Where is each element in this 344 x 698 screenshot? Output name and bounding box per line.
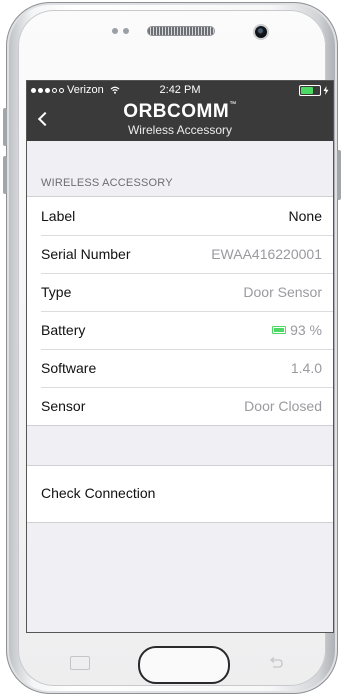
- earpiece-speaker: [148, 27, 214, 35]
- row-battery-value: 93 %: [290, 322, 322, 338]
- row-type: Type Door Sensor: [27, 273, 333, 311]
- accessory-details-list: Label None Serial Number EWAA416220001 T…: [27, 196, 333, 426]
- volume-button: [3, 108, 7, 146]
- row-label-title: Label: [41, 208, 76, 224]
- row-battery-value-wrap: 93 %: [272, 322, 322, 338]
- row-software-value: 1.4.0: [290, 360, 322, 376]
- navigation-bar: ORBCOMM™ Wireless Accessory: [27, 99, 333, 141]
- volume-button: [3, 156, 7, 194]
- row-software-title: Software: [41, 360, 97, 376]
- row-software: Software 1.4.0: [27, 349, 333, 387]
- row-battery: Battery 93 %: [27, 311, 333, 349]
- power-button: [337, 150, 341, 200]
- status-right: [299, 85, 329, 96]
- orbcomm-logo: ORBCOMM™: [123, 101, 237, 122]
- check-connection-label: Check Connection: [41, 485, 156, 501]
- row-sensor-value: Door Closed: [244, 398, 322, 414]
- phone-screen: Verizon 2:42 PM ORBCOMM™ Wireless Access…: [27, 81, 333, 632]
- row-serial-number: Serial Number EWAA416220001: [27, 235, 333, 273]
- row-label-value: None: [288, 208, 322, 224]
- row-label[interactable]: Label None: [27, 197, 333, 235]
- row-serial-title: Serial Number: [41, 246, 131, 262]
- back-key-icon[interactable]: [268, 657, 284, 669]
- charging-bolt-icon: [323, 86, 329, 95]
- row-serial-value: EWAA416220001: [211, 246, 322, 262]
- row-sensor: Sensor Door Closed: [27, 387, 333, 425]
- battery-level-icon: [272, 326, 287, 334]
- row-type-value: Door Sensor: [243, 284, 322, 300]
- recent-apps-icon[interactable]: [70, 656, 90, 670]
- sensor-dots: [112, 28, 129, 34]
- row-sensor-title: Sensor: [41, 398, 86, 414]
- status-bar: Verizon 2:42 PM: [27, 81, 333, 99]
- row-battery-title: Battery: [41, 322, 86, 338]
- section-header: WIRELESS ACCESSORY: [41, 177, 173, 189]
- page-subtitle: Wireless Accessory: [127, 123, 233, 137]
- status-time: 2:42 PM: [159, 84, 201, 96]
- battery-icon: [299, 85, 321, 96]
- home-button[interactable]: [138, 646, 230, 684]
- row-type-title: Type: [41, 284, 72, 300]
- front-camera: [255, 26, 267, 38]
- check-connection-button[interactable]: Check Connection: [27, 465, 333, 523]
